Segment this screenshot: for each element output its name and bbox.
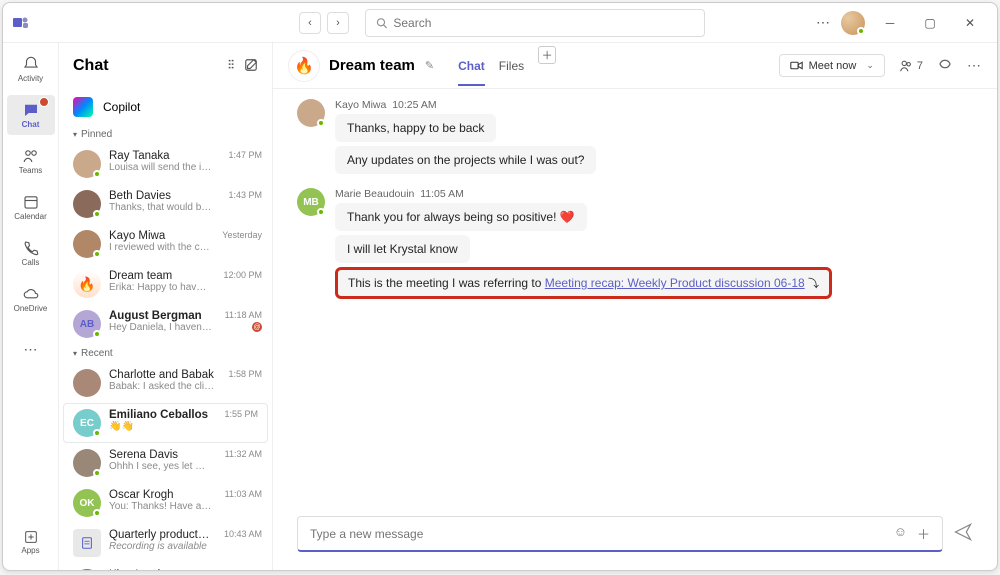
presence-available-icon	[857, 27, 865, 35]
teams-app-icon	[11, 13, 31, 33]
rail-calls[interactable]: Calls	[7, 233, 55, 273]
chat-item[interactable]: Charlotte and BabakBabak: I asked the cl…	[59, 363, 272, 403]
window-minimize-button[interactable]: ─	[875, 8, 905, 38]
filter-icon[interactable]: ⫶⫶	[228, 58, 234, 75]
rail-activity[interactable]: Activity	[7, 49, 55, 89]
rail-teams[interactable]: Teams	[7, 141, 55, 181]
chat-item[interactable]: Ray TanakaLouisa will send the initial l…	[59, 144, 272, 184]
phone-icon	[22, 239, 40, 257]
tab-files[interactable]: Files	[499, 46, 524, 86]
conversation-pane: 🔥 Dream team ✎ Chat Files ＋ Meet now ⌄	[273, 43, 997, 570]
search-icon	[376, 17, 387, 29]
mention-badge: @	[252, 322, 262, 332]
message-bubble[interactable]: Thank you for always being so positive! …	[335, 203, 587, 231]
more-options-icon[interactable]: ⋯	[967, 57, 981, 74]
avatar	[73, 150, 101, 178]
copilot-row[interactable]: Copilot	[59, 89, 272, 125]
apps-plus-icon	[23, 529, 39, 545]
titlebar: ‹ › ⋯ ─ ▢ ✕	[3, 3, 997, 43]
compose-box[interactable]: ☺ ＋	[297, 516, 943, 552]
chat-item[interactable]: Beth DaviesThanks, that would be nice. 1…	[59, 184, 272, 224]
profile-avatar[interactable]	[841, 11, 865, 35]
app-rail: Activity Chat Teams Calendar Calls O	[3, 43, 59, 570]
sender-name: Kayo Miwa	[335, 99, 386, 111]
sender-avatar: MB	[297, 188, 325, 216]
message-bubble-highlighted[interactable]: This is the meeting I was referring to M…	[335, 267, 832, 299]
conversation-avatar-fire-icon: 🔥	[289, 51, 319, 81]
search-box[interactable]	[365, 9, 705, 37]
avatar	[73, 190, 101, 218]
conversation-title: Dream team	[329, 57, 415, 74]
message-time: 10:25 AM	[392, 99, 436, 111]
chat-item[interactable]: OK Oscar KroghYou: Thanks! Have a nice d…	[59, 483, 272, 523]
cloud-icon	[22, 285, 40, 303]
chat-item[interactable]: Kian LambertHave you run this by Beth? M…	[59, 563, 272, 570]
search-input[interactable]	[393, 16, 694, 30]
chat-item[interactable]: AB August BergmanHey Daniela, I haven't …	[59, 304, 272, 344]
chat-icon	[22, 101, 40, 119]
window-close-button[interactable]: ✕	[955, 8, 985, 38]
chat-item[interactable]: Serena DavisOhhh I see, yes let me fix t…	[59, 443, 272, 483]
copilot-pane-icon[interactable]	[937, 56, 953, 75]
sender-avatar	[297, 99, 325, 127]
window-maximize-button[interactable]: ▢	[915, 8, 945, 38]
chat-item[interactable]: 🔥 Dream teamErika: Happy to have you bac…	[59, 264, 272, 304]
nav-back-button[interactable]: ‹	[299, 12, 321, 34]
unread-badge	[39, 97, 49, 107]
section-pinned[interactable]: ▾Pinned	[59, 125, 272, 144]
chatlist-title: Chat	[73, 57, 109, 75]
chat-item[interactable]: EC Emiliano Ceballos👋👋 1:55 PM	[63, 403, 268, 443]
teams-icon	[22, 147, 40, 165]
chevron-down-icon: ▾	[73, 130, 77, 139]
plus-icon[interactable]: ＋	[917, 524, 930, 543]
avatar	[73, 569, 101, 570]
message-time: 11:05 AM	[420, 188, 464, 200]
chat-list-pane: Chat ⫶⫶ Copilot ▾Pinned Ray TanakaLouisa…	[59, 43, 273, 570]
avatar	[73, 230, 101, 258]
rail-onedrive[interactable]: OneDrive	[7, 279, 55, 319]
rail-calendar[interactable]: Calendar	[7, 187, 55, 227]
meeting-recap-link[interactable]: Meeting recap: Weekly Product discussion…	[545, 276, 805, 290]
chat-item[interactable]: Kayo MiwaI reviewed with the client on T…	[59, 224, 272, 264]
rail-apps[interactable]: Apps	[7, 522, 55, 562]
chat-item[interactable]: Quarterly product reviewRecording is ava…	[59, 523, 272, 563]
compose-input[interactable]	[310, 527, 894, 541]
avatar: OK	[73, 489, 101, 517]
participants-button[interactable]: 7	[899, 59, 923, 73]
calendar-icon	[22, 193, 40, 211]
cursor-icon: ⤵	[808, 278, 819, 290]
chevron-down-icon: ⌄	[866, 60, 874, 71]
add-tab-button[interactable]: ＋	[538, 46, 556, 64]
avatar: EC	[73, 409, 101, 437]
message-bubble[interactable]: I will let Krystal know	[335, 235, 470, 263]
video-icon	[790, 59, 803, 72]
meeting-doc-icon	[73, 529, 101, 557]
more-icon: ⋯	[24, 341, 38, 358]
chevron-down-icon: ▾	[73, 349, 77, 358]
nav-forward-button[interactable]: ›	[327, 12, 349, 34]
settings-more-icon[interactable]: ⋯	[816, 14, 831, 31]
message-bubble[interactable]: Any updates on the projects while I was …	[335, 146, 596, 174]
bell-icon	[22, 55, 40, 73]
message-bubble[interactable]: Thanks, happy to be back	[335, 114, 496, 142]
avatar	[73, 449, 101, 477]
sender-name: Marie Beaudouin	[335, 188, 414, 200]
emoji-icon[interactable]: ☺	[894, 524, 907, 543]
edit-title-icon[interactable]: ✎	[425, 59, 434, 72]
tab-chat[interactable]: Chat	[458, 46, 485, 86]
people-icon	[899, 59, 913, 73]
meet-now-button[interactable]: Meet now ⌄	[779, 54, 885, 77]
send-button[interactable]	[953, 522, 973, 547]
avatar	[73, 369, 101, 397]
messages-area: Kayo Miwa 10:25 AM Thanks, happy to be b…	[273, 89, 997, 506]
send-icon	[953, 522, 973, 542]
rail-more[interactable]: ⋯	[7, 329, 55, 369]
rail-chat[interactable]: Chat	[7, 95, 55, 135]
new-chat-icon[interactable]	[244, 58, 258, 75]
section-recent[interactable]: ▾Recent	[59, 344, 272, 363]
avatar: AB	[73, 310, 101, 338]
avatar-fire-icon: 🔥	[73, 270, 101, 298]
copilot-icon	[73, 97, 93, 117]
copilot-label: Copilot	[103, 100, 140, 114]
